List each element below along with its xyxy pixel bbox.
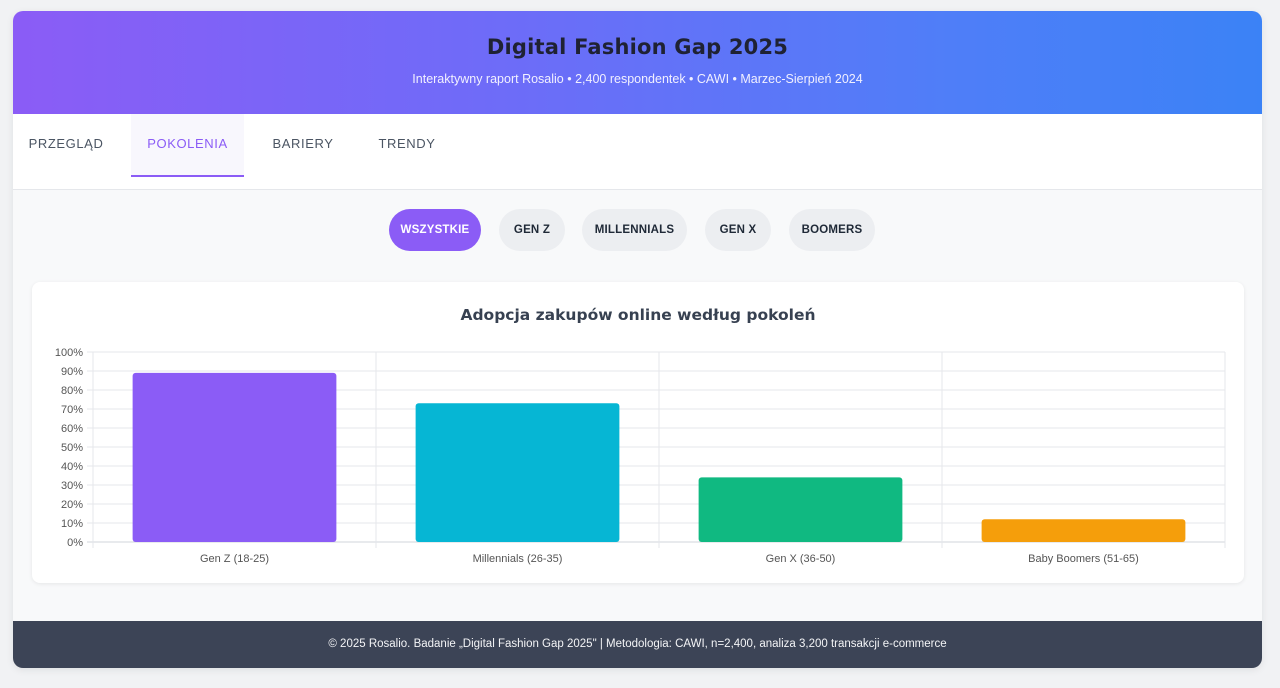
bar-1 xyxy=(132,372,337,542)
y-tick-label: 70% xyxy=(61,404,83,416)
y-tick-label: 40% xyxy=(61,461,83,473)
tab-przeglad[interactable]: PRZEGLĄD xyxy=(13,114,119,177)
y-tick-label: 20% xyxy=(61,499,83,511)
y-tick-label: 30% xyxy=(61,480,83,492)
filter-gen-x-button[interactable]: GEN X xyxy=(705,209,771,251)
header-banner: Digital Fashion Gap 2025 Interaktywny ra… xyxy=(13,11,1262,114)
y-tick-label: 10% xyxy=(61,518,83,530)
filter-millennials-button[interactable]: MILLENNIALS xyxy=(582,209,687,251)
tab-bariery[interactable]: BARIERY xyxy=(258,114,348,177)
page-title: Digital Fashion Gap 2025 xyxy=(486,35,789,59)
y-tick-label: 100% xyxy=(55,347,83,359)
footer: © 2025 Rosalio. Badanie „Digital Fashion… xyxy=(13,621,1262,668)
x-tick-label: Baby Boomers (51-65) xyxy=(1028,553,1139,565)
filter-boomers-button[interactable]: BOOMERS xyxy=(789,209,875,251)
filter-wszystkie-button[interactable]: WSZYSTKIE xyxy=(389,209,481,251)
bar-2 xyxy=(415,403,620,542)
y-tick-label: 0% xyxy=(67,537,83,549)
y-tick-label: 50% xyxy=(61,442,83,454)
chart-card: Adopcja zakupów online według pokoleń 0%… xyxy=(32,282,1244,583)
bar-chart: 0% 10% 20% 30% 40% 50% 60% 70% 80% 90% 100% Gen Z (… xyxy=(55,347,1226,565)
y-tick-label: 80% xyxy=(61,385,83,397)
tab-pokolenia[interactable]: POKOLENIA xyxy=(131,114,244,177)
report-app: Digital Fashion Gap 2025 Interaktywny ra… xyxy=(13,11,1262,668)
x-tick-label: Gen Z (18-25) xyxy=(200,553,269,565)
y-tick-label: 90% xyxy=(61,366,83,378)
y-tick-label: 60% xyxy=(61,423,83,435)
bar-4 xyxy=(981,519,1186,542)
x-tick-label: Millennials (26-35) xyxy=(473,553,563,565)
page-subtitle: Interaktywny raport Rosalio • 2,400 resp… xyxy=(412,72,863,86)
tab-bar: PRZEGLĄD POKOLENIA BARIERY TRENDY xyxy=(13,114,1262,190)
tab-trendy[interactable]: TRENDY xyxy=(363,114,451,177)
filter-gen-z-button[interactable]: GEN Z xyxy=(499,209,565,251)
bar-3 xyxy=(698,477,903,542)
x-tick-label: Gen X (36-50) xyxy=(766,553,836,565)
